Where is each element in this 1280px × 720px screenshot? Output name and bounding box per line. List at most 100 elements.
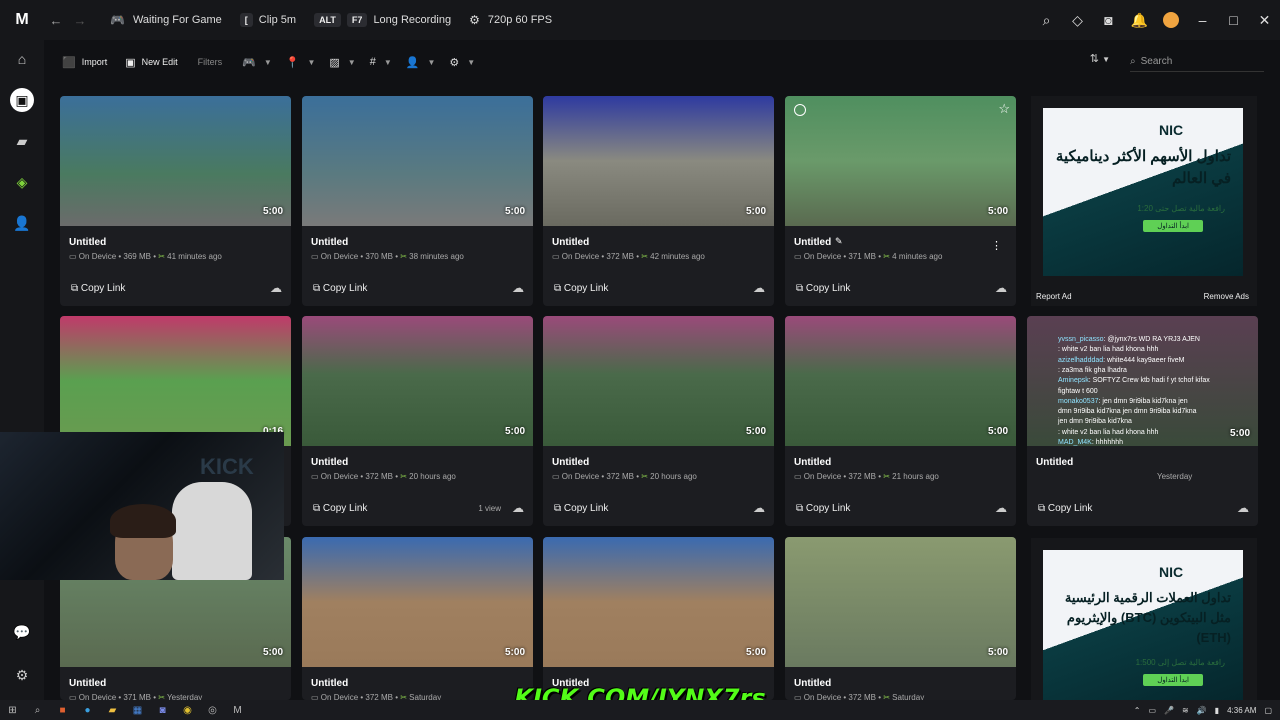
clip-thumbnail[interactable] bbox=[543, 537, 774, 667]
clip-card[interactable]: 5:00 Untitled ▭ On Device • 372 MB • ✂ 21 … bbox=[785, 316, 1016, 526]
store-icon[interactable]: ▦ bbox=[125, 705, 150, 716]
steam-icon[interactable]: ◎ bbox=[200, 705, 225, 716]
cloud-upload-icon[interactable]: ☁ bbox=[995, 501, 1007, 515]
copy-link-button[interactable]: ⧉ Copy Link bbox=[313, 503, 367, 514]
clip-card[interactable]: 5:00 Untitled bbox=[543, 537, 774, 700]
minimize-icon[interactable]: – bbox=[1187, 12, 1218, 28]
clip-thumbnail[interactable] bbox=[302, 96, 533, 226]
copy-link-button[interactable]: ⧉ Copy Link bbox=[313, 283, 367, 294]
clip-card[interactable]: 5:00 Untitled ▭ On Device • 372 MB • ✂ 42 … bbox=[543, 96, 774, 306]
home-icon[interactable]: ⌂ bbox=[10, 47, 34, 71]
cloud-upload-icon[interactable]: ☁ bbox=[995, 281, 1007, 295]
folder-icon[interactable]: ▰ bbox=[10, 129, 34, 153]
cloud-upload-icon[interactable]: ☁ bbox=[753, 501, 765, 515]
import-button[interactable]: ⬛ Import bbox=[62, 56, 107, 69]
clip-card[interactable]: 5:00 Untitled ▭ On Device • 372 MB • ✂ 20 … bbox=[543, 316, 774, 526]
diamond-icon[interactable]: ◇ bbox=[1062, 12, 1093, 29]
remove-ads-link[interactable]: Remove Ads bbox=[1204, 292, 1249, 301]
clip-thumbnail[interactable] bbox=[543, 316, 774, 446]
filter-game[interactable]: 🎮 ▼ bbox=[242, 56, 272, 69]
battery-icon[interactable]: ▮ bbox=[1215, 706, 1219, 715]
ad-image[interactable]: NIC تداول العملات الرقمية الرئيسية مثل ا… bbox=[1043, 550, 1243, 700]
star-icon[interactable]: ☆ bbox=[998, 101, 1010, 117]
clip-thumbnail[interactable] bbox=[60, 316, 291, 446]
chrome-icon[interactable]: ◉ bbox=[175, 705, 200, 716]
search-input[interactable]: ⌕ Search bbox=[1130, 52, 1264, 72]
clip-thumbnail[interactable] bbox=[785, 316, 1016, 446]
copy-link-button[interactable]: ⧉ Copy Link bbox=[554, 283, 608, 294]
clock[interactable]: 4:36 AM bbox=[1227, 706, 1256, 715]
clips-icon[interactable]: ▣ bbox=[10, 88, 34, 112]
clip-card[interactable]: 5:00 Untitled ▭ On Device • 370 MB • ✂ 38 … bbox=[302, 96, 533, 306]
filter-settings[interactable]: ⚙ ▼ bbox=[449, 56, 475, 69]
app-logo[interactable]: M bbox=[0, 11, 44, 29]
notification-icon[interactable]: ▢ bbox=[1264, 706, 1272, 715]
clip-card[interactable]: 5:00 Untitled ▭ On Device • 372 MB • ✂ 20 … bbox=[302, 316, 533, 526]
filter-media[interactable]: ▨ ▼ bbox=[329, 56, 355, 69]
app-icon[interactable]: ■ bbox=[50, 705, 75, 716]
settings-icon[interactable]: ⚙ bbox=[10, 663, 34, 687]
back-arrow-icon[interactable]: ← bbox=[44, 13, 68, 28]
clip-card[interactable]: 5:00 Untitled ▭ On Device • 371 MB • ✂ 4 m… bbox=[785, 96, 1016, 306]
clip-thumbnail[interactable] bbox=[302, 537, 533, 667]
clip-thumbnail[interactable] bbox=[60, 96, 291, 226]
network-icon[interactable]: ▭ bbox=[1148, 706, 1156, 715]
new-edit-button[interactable]: ▣ New Edit bbox=[125, 56, 177, 69]
mic-icon[interactable]: 🎤 bbox=[1164, 706, 1174, 715]
cloud-upload-icon[interactable]: ☁ bbox=[1237, 501, 1249, 515]
feedback-icon[interactable]: 💬 bbox=[10, 620, 34, 644]
clip-card[interactable]: 5:00 Untitled ▭ On Device • 369 MB • ✂ 41 … bbox=[60, 96, 291, 306]
clip-hotkey[interactable]: [Clip 5m bbox=[239, 13, 296, 27]
select-checkbox[interactable] bbox=[794, 104, 806, 116]
edge-icon[interactable]: ● bbox=[75, 705, 100, 716]
copy-link-button[interactable]: ⧉ Copy Link bbox=[554, 503, 608, 514]
filter-tag[interactable]: # ▼ bbox=[370, 56, 392, 68]
search-icon[interactable]: ⌕ bbox=[1031, 12, 1062, 29]
cloud-upload-icon[interactable]: ☁ bbox=[512, 281, 524, 295]
ad-top[interactable]: NIC تداول الأسهم الأكثر ديناميكية في الع… bbox=[1031, 96, 1257, 306]
copy-link-button[interactable]: ⧉ Copy Link bbox=[796, 283, 850, 294]
chevron-up-icon[interactable]: ⌃ bbox=[1134, 706, 1141, 715]
ad-image[interactable]: NIC تداول الأسهم الأكثر ديناميكية في الع… bbox=[1043, 108, 1243, 276]
cloud-upload-icon[interactable]: ☁ bbox=[753, 281, 765, 295]
copy-link-button[interactable]: ⧉ Copy Link bbox=[796, 503, 850, 514]
studio-icon[interactable]: ◈ bbox=[10, 170, 34, 194]
filter-location[interactable]: 📍 ▼ bbox=[286, 56, 316, 69]
volume-icon[interactable]: 🔊 bbox=[1197, 706, 1207, 715]
search-icon[interactable]: ⌕ bbox=[25, 705, 50, 716]
clip-thumbnail[interactable] bbox=[785, 96, 1016, 226]
clip-thumbnail[interactable] bbox=[302, 316, 533, 446]
ad-cta-button[interactable]: ابدأ التداول bbox=[1143, 674, 1203, 686]
more-options-icon[interactable]: ⋮ bbox=[991, 239, 1002, 252]
chat-clip-card[interactable]: yvssn_picasso: @jynx7rs WD RA YRJ3 AJEN:… bbox=[1027, 316, 1258, 526]
cloud-upload-icon[interactable]: ☁ bbox=[512, 501, 524, 515]
forward-arrow-icon[interactable]: → bbox=[68, 13, 92, 28]
copy-link-button[interactable]: ⧉ Copy Link bbox=[1038, 503, 1092, 514]
long-recording-hotkey[interactable]: ALT F7 Long Recording bbox=[314, 13, 451, 27]
maximize-icon[interactable]: □ bbox=[1218, 12, 1249, 28]
filter-user[interactable]: 👤 ▼ bbox=[406, 56, 436, 69]
pencil-icon[interactable]: ✎ bbox=[835, 236, 843, 247]
add-user-icon[interactable]: 👤 bbox=[10, 211, 34, 235]
copy-link-button[interactable]: ⧉ Copy Link bbox=[71, 283, 125, 294]
ad-bottom[interactable]: NIC تداول العملات الرقمية الرئيسية مثل ا… bbox=[1031, 538, 1257, 700]
bell-icon[interactable]: 🔔 bbox=[1124, 12, 1155, 29]
ad-cta-button[interactable]: ابدأ التداول bbox=[1143, 220, 1203, 232]
sort-button[interactable]: ⇅ ▼ bbox=[1090, 52, 1110, 65]
game-status[interactable]: 🎮 Waiting For Game bbox=[110, 13, 222, 27]
wifi-icon[interactable]: ≋ bbox=[1182, 706, 1189, 715]
clip-card[interactable]: 5:00 Untitled ▭ On Device • 372 MB • ✂ Sat… bbox=[302, 537, 533, 700]
quality-setting[interactable]: ⚙ 720p 60 FPS bbox=[469, 13, 552, 27]
medal-icon[interactable]: M bbox=[225, 705, 250, 716]
discord-icon[interactable]: ◙ bbox=[1093, 12, 1124, 28]
clip-thumbnail[interactable] bbox=[543, 96, 774, 226]
close-icon[interactable]: ✕ bbox=[1249, 12, 1280, 29]
clip-thumbnail[interactable] bbox=[785, 537, 1016, 667]
clip-card[interactable]: 5:00 Untitled ▭ On Device • 372 MB • ✂ Sat… bbox=[785, 537, 1016, 700]
explorer-icon[interactable]: ▰ bbox=[100, 705, 125, 716]
avatar[interactable] bbox=[1163, 12, 1179, 28]
windows-icon[interactable]: ⊞ bbox=[0, 705, 25, 716]
cloud-upload-icon[interactable]: ☁ bbox=[270, 281, 282, 295]
report-ad-link[interactable]: Report Ad bbox=[1036, 292, 1072, 301]
discord-icon[interactable]: ◙ bbox=[150, 705, 175, 716]
